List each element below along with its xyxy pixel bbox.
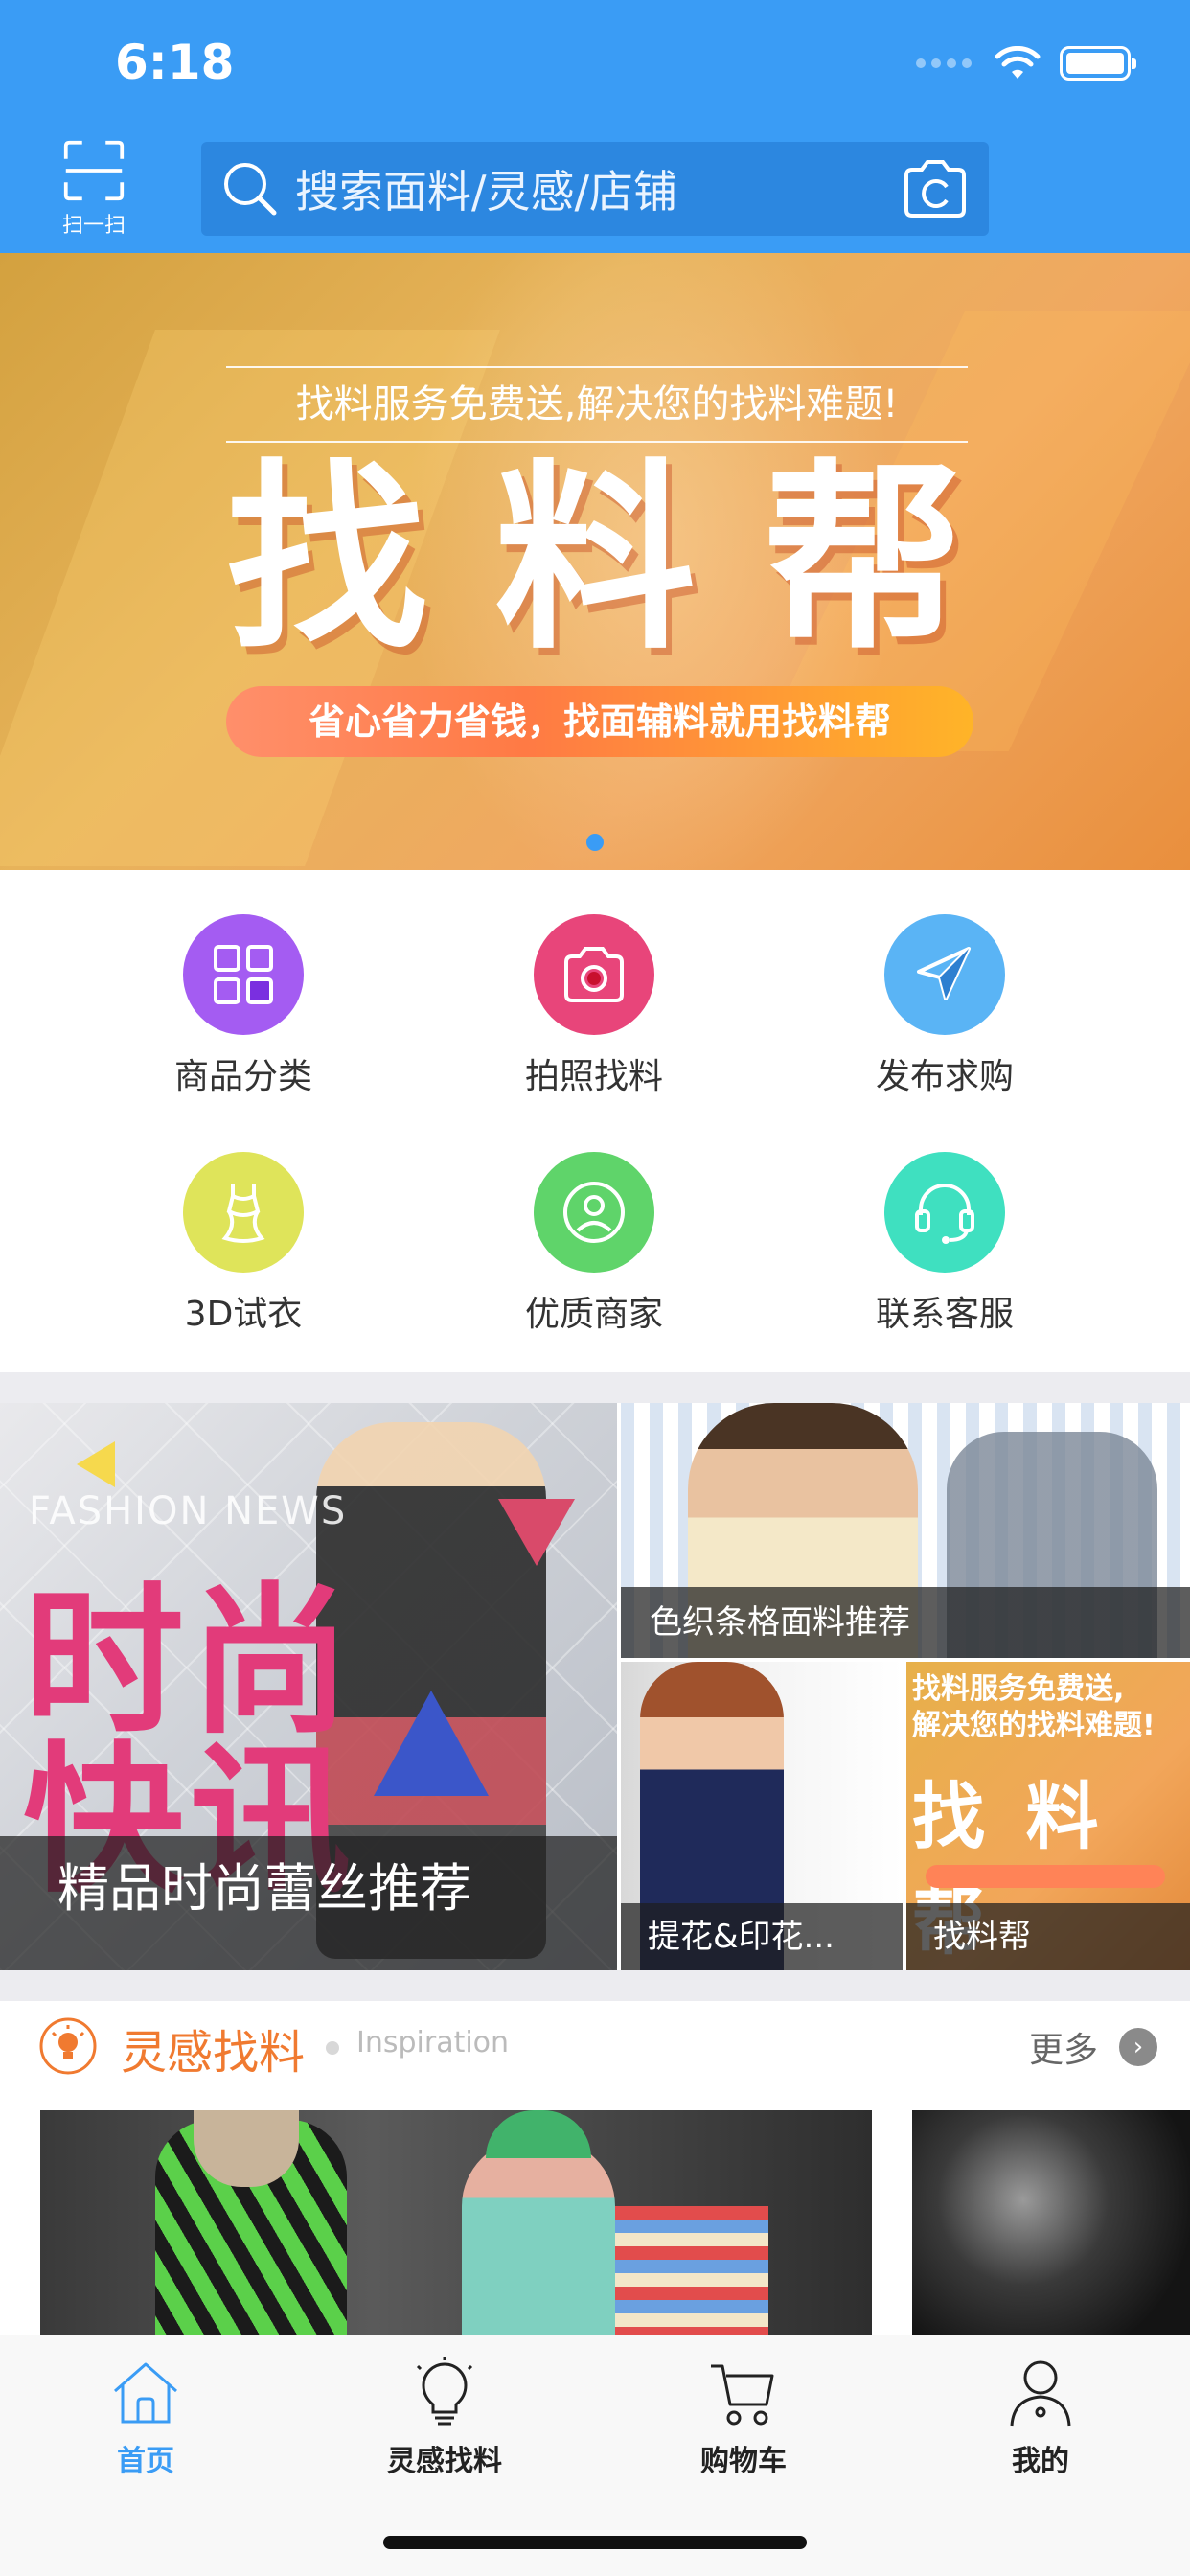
tab-home[interactable]: 首页 (50, 2355, 241, 2489)
promo-tile-jacquard-print[interactable]: 提花&印花... (621, 1662, 903, 1970)
tile-subtitle: 找料服务免费送, 解决您的找料难题! (912, 1671, 1190, 1744)
tile-decoration (374, 1690, 489, 1796)
banner-subtitle: 找料服务免费送,解决您的找料难题! (226, 366, 968, 443)
tile-caption: 提花&印花... (621, 1903, 903, 1970)
cart-icon (711, 2364, 774, 2426)
paper-plane-icon (884, 914, 1005, 1035)
tile-subtitle-line2: 解决您的找料难题! (912, 1709, 1156, 1742)
category-3d-fitting[interactable]: 3D试衣 (100, 1152, 387, 1344)
category-label: 发布求购 (875, 1057, 1014, 1096)
promo-tile-fashion-news[interactable]: FASHION NEWS 时尚 快讯 精品时尚蕾丝推荐 (0, 1403, 617, 1970)
promo-banner[interactable]: 找料服务免费送,解决您的找料难题! 找料帮 省心省力省钱，找面辅料就用找料帮 (0, 253, 1190, 870)
battery-icon (1060, 46, 1136, 80)
promo-tiles: FASHION NEWS 时尚 快讯 精品时尚蕾丝推荐 色织条格面料推荐 提花&… (0, 1403, 1190, 1970)
cellular-signal-icon (916, 58, 972, 68)
tab-cart[interactable]: 购物车 (648, 2355, 839, 2489)
promo-tile-yarn-dyed[interactable]: 色织条格面料推荐 (621, 1403, 1190, 1658)
tile-subtitle-line1: 找料服务免费送, (912, 1672, 1125, 1706)
wifi-icon (995, 46, 1041, 79)
category-customer-service[interactable]: 联系客服 (801, 1152, 1088, 1344)
category-post-request[interactable]: 发布求购 (801, 914, 1088, 1106)
category-product-classification[interactable]: 商品分类 (100, 914, 387, 1106)
fashion-news-text: FASHION NEWS (29, 1489, 348, 1533)
tab-label: 我的 (1012, 2445, 1069, 2478)
category-quality-merchants[interactable]: 优质商家 (450, 1152, 738, 1344)
inspiration-card[interactable] (912, 2110, 1190, 2334)
carousel-indicator[interactable] (586, 834, 604, 851)
category-label: 优质商家 (524, 1295, 663, 1334)
section-divider (0, 1970, 1190, 2001)
tile-caption: 找料帮 (906, 1903, 1190, 1970)
inspiration-header: 灵感找料 Inspiration 更多 › (0, 2001, 1190, 2108)
dress-icon (183, 1152, 304, 1273)
headset-icon (884, 1152, 1005, 1273)
status-indicators (916, 44, 1136, 82)
category-label: 3D试衣 (184, 1295, 303, 1334)
scan-label: 扫一扫 (61, 214, 126, 238)
card-image (462, 2139, 615, 2334)
lightbulb-icon (416, 2357, 473, 2426)
section-title: 灵感找料 (121, 2026, 306, 2080)
card-image (615, 2206, 768, 2334)
category-photo-search[interactable]: 拍照找料 (450, 914, 738, 1106)
tile-decoration (926, 1865, 1165, 1888)
search-input[interactable]: 搜索面料/灵感/店铺 (295, 157, 897, 220)
category-label: 联系客服 (875, 1295, 1014, 1334)
card-image (486, 2110, 591, 2158)
section-divider (0, 1372, 1190, 1403)
tile-decoration (498, 1499, 575, 1566)
section-subtitle: Inspiration (356, 2026, 510, 2059)
tab-profile[interactable]: 我的 (945, 2355, 1136, 2489)
tile-caption: 色织条格面料推荐 (621, 1587, 1190, 1658)
home-icon (114, 2362, 177, 2424)
search-bar[interactable]: 搜索面料/灵感/店铺 (201, 142, 989, 236)
tab-label: 首页 (117, 2445, 174, 2478)
tab-inspiration[interactable]: 灵感找料 (349, 2355, 540, 2489)
category-grid: 商品分类 拍照找料 发布求购 3D试衣 优质商家 联系客服 (0, 870, 1190, 1372)
search-icon (224, 163, 277, 216)
banner-slogan: 省心省力省钱，找面辅料就用找料帮 (226, 686, 973, 757)
camera-icon (534, 914, 654, 1035)
camera-search-icon[interactable] (897, 150, 973, 227)
tab-label: 灵感找料 (387, 2445, 502, 2478)
merchant-icon (534, 1152, 654, 1273)
chevron-right-icon[interactable]: › (1119, 2028, 1157, 2066)
category-label: 商品分类 (173, 1057, 312, 1096)
tile-decoration (77, 1441, 115, 1487)
status-time: 6:18 (115, 34, 235, 90)
category-label: 拍照找料 (524, 1057, 663, 1096)
scan-icon (63, 140, 125, 201)
top-header: 6:18 扫一扫 搜索面料/灵感/店铺 (0, 0, 1190, 253)
lightbulb-icon (39, 2017, 97, 2075)
home-indicator[interactable] (383, 2536, 807, 2549)
scan-button[interactable]: 扫一扫 (48, 139, 140, 239)
promo-tile-zhaoliaobang[interactable]: 找料服务免费送, 解决您的找料难题! 找 料 帮 找料帮 (906, 1662, 1190, 1970)
separator-dot (326, 2041, 339, 2055)
tile-caption: 精品时尚蕾丝推荐 (0, 1836, 617, 1970)
user-icon (1010, 2360, 1071, 2426)
more-link[interactable]: 更多 (1029, 2022, 1098, 2072)
tab-label: 购物车 (700, 2445, 787, 2478)
inspiration-card[interactable] (40, 2110, 872, 2334)
banner-title: 找料帮 (225, 442, 1031, 677)
grid-icon (183, 914, 304, 1035)
